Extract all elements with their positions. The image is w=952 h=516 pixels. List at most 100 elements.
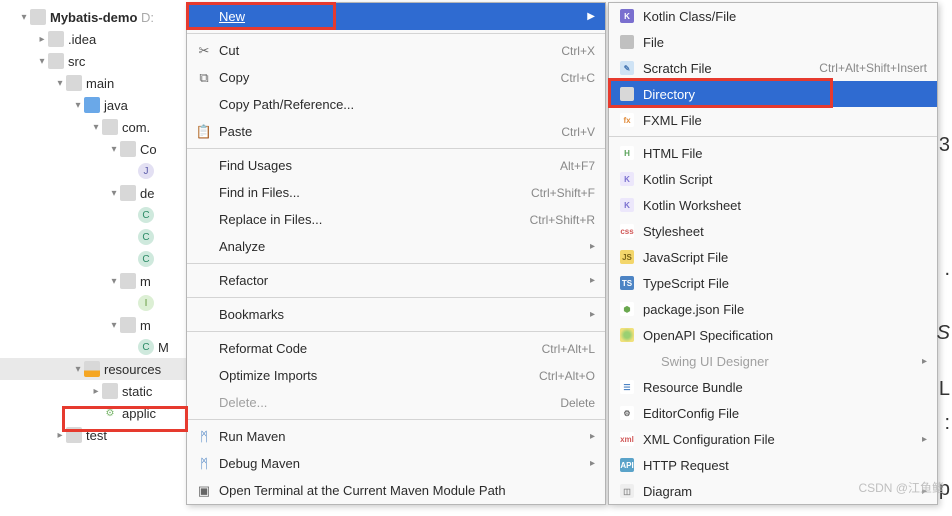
tree-item[interactable]: I bbox=[0, 292, 200, 314]
menu-item-debug-maven[interactable]: ᛗDebug Maven▸ bbox=[187, 450, 605, 477]
submenu-resource-bundle[interactable]: ☰Resource Bundle bbox=[609, 374, 937, 400]
shortcut: Alt+F7 bbox=[560, 159, 595, 173]
menu-item-new[interactable]: New ▶ bbox=[187, 3, 605, 30]
menu-item-copy[interactable]: ⧉CopyCtrl+C bbox=[187, 64, 605, 91]
tree-item[interactable]: ▾main bbox=[0, 72, 200, 94]
tree-item[interactable]: C bbox=[0, 248, 200, 270]
openapi-icon bbox=[620, 328, 634, 342]
shortcut: Ctrl+Alt+O bbox=[539, 369, 595, 383]
new-submenu: KKotlin Class/File File ✎Scratch FileCtr… bbox=[608, 2, 938, 505]
submenu-file[interactable]: File bbox=[609, 29, 937, 55]
tree-item[interactable]: C bbox=[0, 204, 200, 226]
menu-item-delete[interactable]: Delete...Delete bbox=[187, 389, 605, 416]
ts-icon: TS bbox=[620, 276, 634, 290]
menu-item-replace-in-files[interactable]: Replace in Files...Ctrl+Shift+R bbox=[187, 206, 605, 233]
tree-item[interactable]: ▸test bbox=[0, 424, 200, 446]
watermark: CSDN @江鱼鳍 bbox=[858, 479, 944, 496]
package-json-icon: ⬢ bbox=[620, 302, 634, 316]
menu-item-cut[interactable]: ✂CutCtrl+X bbox=[187, 37, 605, 64]
kotlin-icon: K bbox=[620, 9, 634, 23]
resource-bundle-icon: ☰ bbox=[620, 380, 634, 394]
tree-item[interactable]: ▾de bbox=[0, 182, 200, 204]
tree-root[interactable]: ▾Mybatis-demo D: bbox=[0, 6, 200, 28]
menu-item-analyze[interactable]: Analyze▸ bbox=[187, 233, 605, 260]
tree-item[interactable]: CM bbox=[0, 336, 200, 358]
menu-item-paste[interactable]: 📋PasteCtrl+V bbox=[187, 118, 605, 145]
tree-item[interactable]: ▾Co bbox=[0, 138, 200, 160]
tree-item[interactable]: ▸.idea bbox=[0, 28, 200, 50]
menu-item-copy-path[interactable]: Copy Path/Reference... bbox=[187, 91, 605, 118]
submenu-openapi[interactable]: OpenAPI Specification bbox=[609, 322, 937, 348]
menu-item-reformat[interactable]: Reformat CodeCtrl+Alt+L bbox=[187, 335, 605, 362]
menu-separator bbox=[187, 148, 605, 149]
menu-item-run-maven[interactable]: ᛗRun Maven▸ bbox=[187, 423, 605, 450]
shortcut: Ctrl+V bbox=[561, 125, 595, 139]
menu-separator bbox=[187, 297, 605, 298]
tree-item[interactable]: J bbox=[0, 160, 200, 182]
tree-item[interactable]: ⚙applic bbox=[0, 402, 200, 424]
submenu-kotlin-worksheet[interactable]: KKotlin Worksheet bbox=[609, 192, 937, 218]
submenu-package-json[interactable]: ⬢package.json File bbox=[609, 296, 937, 322]
paste-icon: 📋 bbox=[195, 124, 213, 140]
shortcut: Ctrl+Alt+L bbox=[542, 342, 595, 356]
menu-item-bookmarks[interactable]: Bookmarks▸ bbox=[187, 301, 605, 328]
scratch-icon: ✎ bbox=[620, 61, 634, 75]
tree-item[interactable]: ▾src bbox=[0, 50, 200, 72]
menu-label: New bbox=[219, 9, 245, 24]
menu-separator bbox=[187, 419, 605, 420]
js-icon: JS bbox=[620, 250, 634, 264]
submenu-directory[interactable]: Directory bbox=[609, 81, 937, 107]
menu-item-find-in-files[interactable]: Find in Files...Ctrl+Shift+F bbox=[187, 179, 605, 206]
menu-separator bbox=[609, 136, 937, 137]
html-icon: H bbox=[620, 146, 634, 160]
terminal-icon: ▣ bbox=[195, 483, 213, 499]
submenu-kotlin-script[interactable]: KKotlin Script bbox=[609, 166, 937, 192]
tree-item[interactable]: ▾m bbox=[0, 314, 200, 336]
submenu-kotlin-class[interactable]: KKotlin Class/File bbox=[609, 3, 937, 29]
submenu-javascript[interactable]: JSJavaScript File bbox=[609, 244, 937, 270]
chevron-right-icon: ▸ bbox=[590, 458, 595, 469]
submenu-xml-config[interactable]: xmlXML Configuration File▸ bbox=[609, 426, 937, 452]
fxml-icon: fx bbox=[620, 113, 634, 127]
chevron-right-icon: ▸ bbox=[922, 434, 927, 445]
context-menu: New ▶ ✂CutCtrl+X ⧉CopyCtrl+C Copy Path/Re… bbox=[186, 2, 606, 505]
shortcut: Ctrl+Alt+Shift+Insert bbox=[819, 61, 927, 75]
editor-fragment: L bbox=[939, 378, 950, 401]
http-icon: API bbox=[620, 458, 634, 472]
menu-separator bbox=[187, 33, 605, 34]
tree-item[interactable]: C bbox=[0, 226, 200, 248]
xml-icon: xml bbox=[620, 432, 634, 446]
css-icon: css bbox=[620, 224, 634, 238]
maven-debug-icon: ᛗ bbox=[195, 456, 213, 471]
editor-fragment: . bbox=[944, 258, 950, 281]
project-tree: ▾Mybatis-demo D: ▸.idea ▾src ▾main ▾java… bbox=[0, 0, 200, 446]
menu-item-optimize-imports[interactable]: Optimize ImportsCtrl+Alt+O bbox=[187, 362, 605, 389]
chevron-right-icon: ▸ bbox=[590, 431, 595, 442]
menu-item-refactor[interactable]: Refactor▸ bbox=[187, 267, 605, 294]
tree-item[interactable]: ▾java bbox=[0, 94, 200, 116]
chevron-right-icon: ▸ bbox=[590, 309, 595, 320]
copy-icon: ⧉ bbox=[195, 70, 213, 86]
tree-item[interactable]: ▸static bbox=[0, 380, 200, 402]
menu-item-open-terminal[interactable]: ▣Open Terminal at the Current Maven Modu… bbox=[187, 477, 605, 504]
menu-item-find-usages[interactable]: Find UsagesAlt+F7 bbox=[187, 152, 605, 179]
shortcut: Ctrl+Shift+F bbox=[531, 186, 595, 200]
tree-item[interactable]: ▾m bbox=[0, 270, 200, 292]
directory-icon bbox=[620, 87, 634, 101]
chevron-right-icon: ▶ bbox=[587, 11, 595, 22]
tree-item-resources[interactable]: ▾resources bbox=[0, 358, 200, 380]
submenu-scratch[interactable]: ✎Scratch FileCtrl+Alt+Shift+Insert bbox=[609, 55, 937, 81]
submenu-editorconfig[interactable]: ⚙EditorConfig File bbox=[609, 400, 937, 426]
shortcut: Ctrl+C bbox=[561, 71, 595, 85]
tree-item[interactable]: ▾com. bbox=[0, 116, 200, 138]
chevron-right-icon: ▸ bbox=[590, 241, 595, 252]
submenu-html[interactable]: HHTML File bbox=[609, 140, 937, 166]
maven-icon: ᛗ bbox=[195, 429, 213, 444]
submenu-stylesheet[interactable]: cssStylesheet bbox=[609, 218, 937, 244]
editor-fragment: : bbox=[944, 412, 950, 435]
kotlin-worksheet-icon: K bbox=[620, 198, 634, 212]
submenu-swing-designer[interactable]: Swing UI Designer▸ bbox=[609, 348, 937, 374]
submenu-fxml[interactable]: fxFXML File bbox=[609, 107, 937, 133]
submenu-typescript[interactable]: TSTypeScript File bbox=[609, 270, 937, 296]
submenu-http-request[interactable]: APIHTTP Request bbox=[609, 452, 937, 478]
